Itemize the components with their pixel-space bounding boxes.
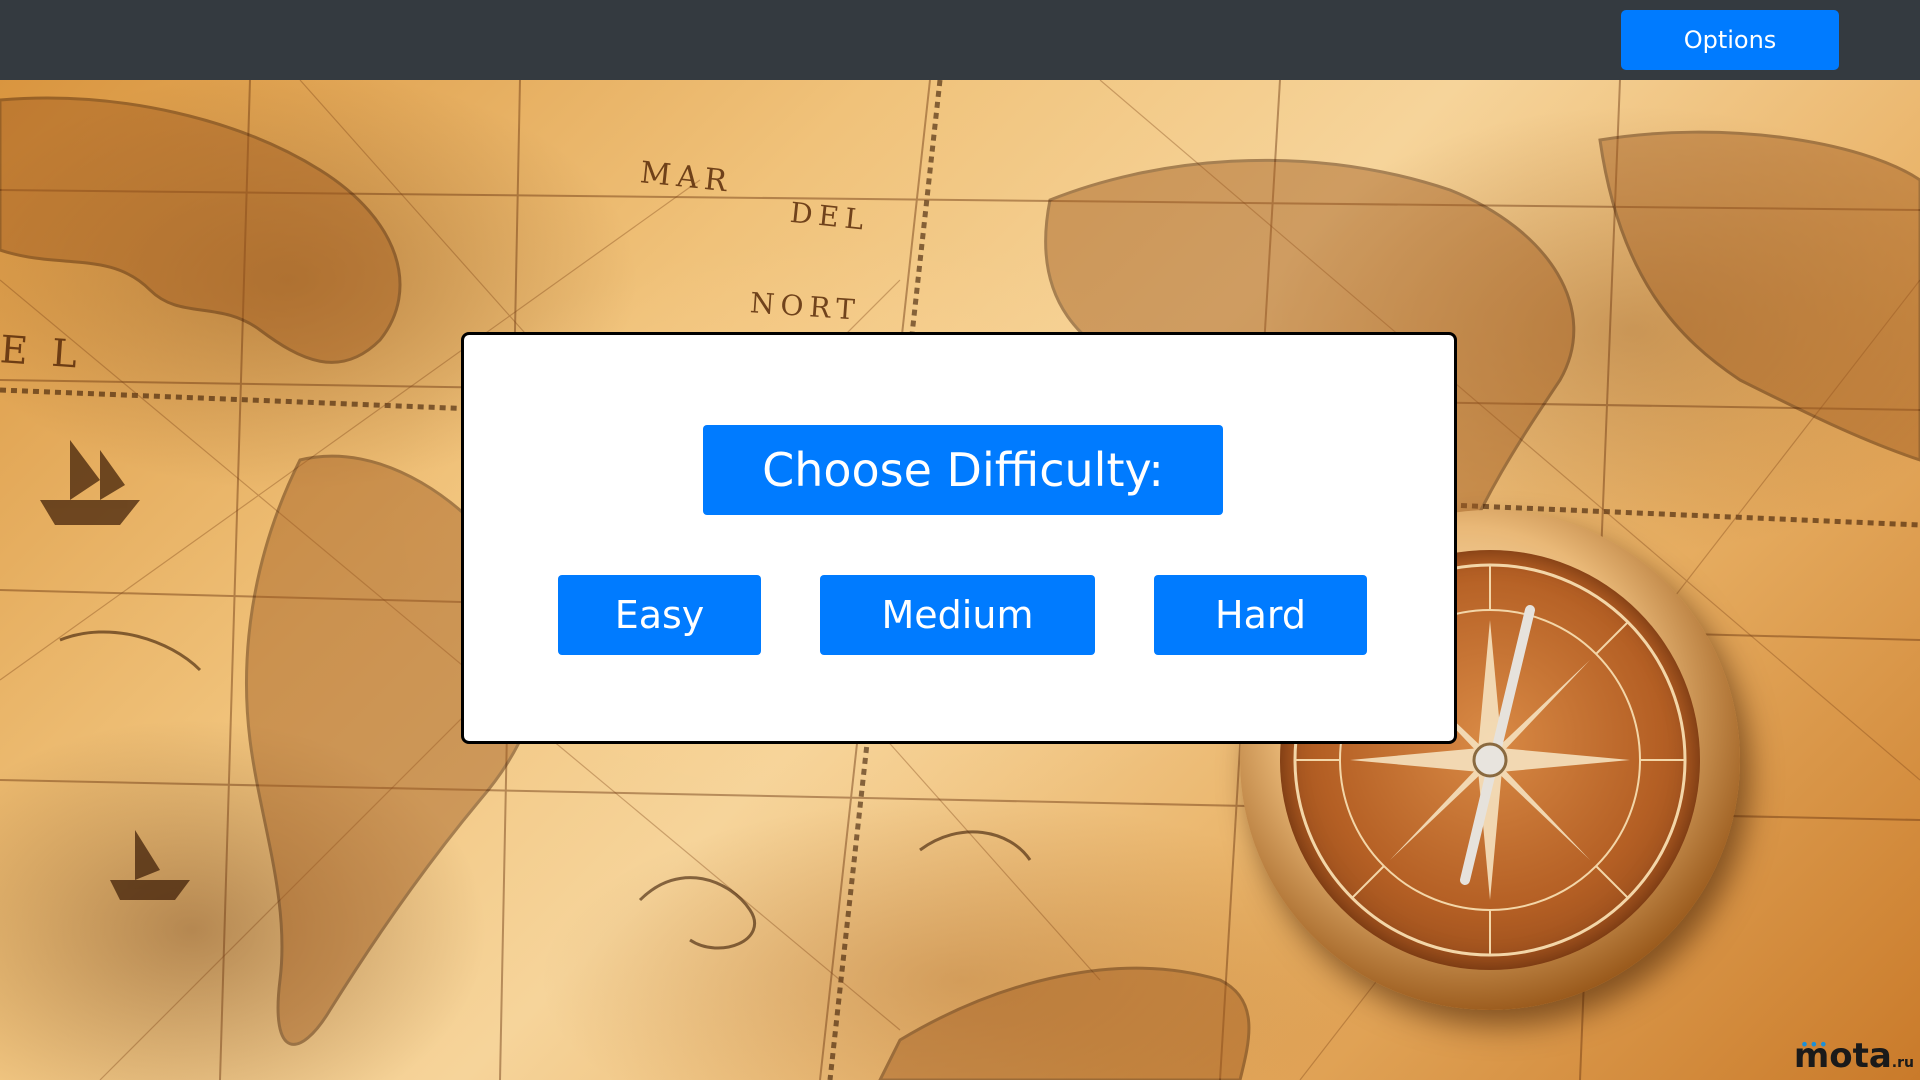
watermark-text: mota: [1793, 1036, 1892, 1076]
options-button[interactable]: Options: [1621, 10, 1839, 70]
difficulty-title: Choose Difficulty:: [703, 425, 1223, 515]
medium-button[interactable]: Medium: [820, 575, 1095, 655]
difficulty-dialog: Choose Difficulty: Easy Medium Hard: [461, 332, 1457, 744]
watermark: mota.ru: [1794, 1036, 1914, 1076]
game-screen: Options MAR DEL NORT E L Choose Difficul…: [0, 0, 1920, 1080]
watermark-suffix: .ru: [1891, 1055, 1914, 1071]
top-navbar: Options: [0, 0, 1920, 80]
easy-button[interactable]: Easy: [558, 575, 761, 655]
hard-button[interactable]: Hard: [1154, 575, 1367, 655]
map-label-el: E L: [0, 327, 85, 377]
